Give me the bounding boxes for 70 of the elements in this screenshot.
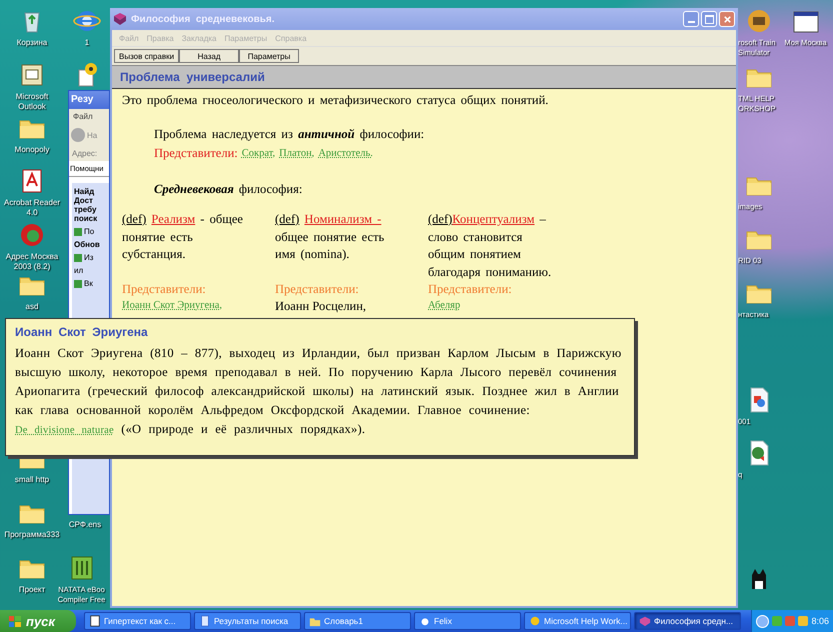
taskbar-button[interactable]: Microsoft Help Work... (524, 612, 631, 630)
body-text: Проблема наследуется из античной философии: (154, 126, 426, 143)
name-link[interactable]: Аристотель. (318, 144, 373, 163)
close-icon (722, 14, 732, 24)
work-link[interactable]: De divisione naturae (15, 425, 114, 436)
doc-icon (89, 615, 101, 627)
windows-flag-icon (8, 614, 22, 628)
task-text: ил (74, 266, 84, 275)
menu-item[interactable]: Файл (69, 109, 109, 124)
address-label: Адрес: (69, 146, 109, 161)
taskbar-button[interactable]: Словарь1 (304, 612, 411, 630)
section-heading: Средневековая философия: (154, 181, 304, 198)
window-title: Резу (69, 91, 109, 109)
back-button[interactable]: На (87, 130, 98, 140)
desktop-icon-label[interactable]: Программа333 (4, 530, 60, 540)
term-link[interactable]: Реализм (151, 212, 196, 226)
def-link[interactable]: (def) (275, 212, 300, 226)
desktop-icon-label[interactable]: Проект (18, 585, 46, 595)
topic-title: Проблема универсалий (120, 70, 265, 84)
task-link[interactable]: По (84, 227, 94, 236)
toolbar-button[interactable]: Вызов справки (114, 49, 180, 63)
name-link[interactable]: Иоанн Скот Эриугена, (122, 298, 275, 312)
task-link[interactable]: Из (84, 253, 94, 262)
window-title: Философия средневековья. (131, 14, 276, 24)
desktop-icon-label[interactable]: small http (14, 475, 50, 485)
desktop-icon-label[interactable]: Адрес Москва 2003 (8.2) (2, 252, 62, 272)
def-link[interactable]: (def) (428, 212, 452, 226)
name-text: Иоанн Росцелин, (275, 298, 368, 312)
toolbar-button[interactable]: Параметры (239, 49, 300, 63)
task-link[interactable]: Вк (84, 279, 93, 288)
clock: 8:06 (811, 616, 829, 626)
taskbar-button[interactable]: Результаты поиска (194, 612, 301, 630)
name-link[interactable]: Сократ, (242, 144, 276, 163)
desktop-icon-label[interactable]: asd (26, 302, 38, 312)
taskbar-button[interactable]: Гипертекст как с... (84, 612, 191, 630)
popup-text: Иоанн Скот Эриугена (810 – 877), выходец из Ирландии, был призван Карлом Лысым в Парижскую высшую школу, некоторое время преподавал в ней. По поручению Карла Лысого перевёл сочинения Ариопагита (греческий философ александрийской школы) на латинский язык. Позднее жил в Англии как глава основанной королём Альфредом Оксфордской Академии. Главное сочинение: De divisione naturae («О природе и её различных порядках»). (15, 345, 622, 438)
representatives-label: Представители: (122, 281, 207, 298)
heading-text: требу (74, 205, 98, 214)
minimize-button[interactable] (683, 11, 699, 27)
representatives-label: Представители: (154, 145, 238, 162)
taskbar-button[interactable]: Felix (414, 612, 521, 630)
desktop-icon-label[interactable]: Microsoft Outlook (2, 92, 62, 112)
section-heading: Обнов (74, 240, 100, 249)
heading-text: Найд (74, 187, 96, 196)
search-icon (199, 615, 211, 627)
intro-text: Это проблема гносеологического и метафизического статуса общих понятий. (122, 92, 550, 109)
start-button[interactable]: пуск (0, 610, 76, 632)
expand-tray-icon[interactable] (756, 614, 769, 628)
definition-text: (def) Реализм - общее понятие есть субстанция. (122, 211, 244, 263)
term-link[interactable]: Концептуализм (452, 212, 535, 226)
taskbar-button[interactable]: Философия средн... (634, 612, 741, 630)
heading-text: поиск (74, 214, 98, 223)
representatives-label: Представители: (275, 281, 360, 298)
def-link[interactable]: (def) (122, 212, 146, 226)
close-button[interactable] (719, 11, 735, 27)
name-link[interactable]: Платон, (279, 144, 314, 163)
heading-text: Дост (74, 196, 94, 205)
maximize-button[interactable] (701, 11, 717, 27)
definition-text: (def) Номинализм - общее понятие есть имя (nomina). (275, 211, 386, 263)
desktop-icon-label[interactable]: 1 (84, 38, 90, 48)
representatives-label: Представители: (428, 281, 513, 298)
toolbar-button[interactable]: Назад (179, 49, 240, 63)
definition-text: (def)Концептуализм – слово становится общим понятием благодаря пониманию. (428, 211, 552, 281)
desktop-icon-label[interactable]: Monopoly (14, 145, 50, 155)
name-link[interactable]: Абеляр (428, 298, 581, 312)
term-link[interactable]: Номинализм - (304, 212, 382, 226)
desktop-icon-label[interactable]: Acrobat Reader 4.0 (2, 198, 62, 218)
popup-title: Иоанн Скот Эриугена (15, 325, 149, 339)
desktop-icon-label[interactable]: СРФ.ens (68, 520, 102, 530)
desktop-icon-label[interactable]: Корзина (16, 38, 48, 48)
